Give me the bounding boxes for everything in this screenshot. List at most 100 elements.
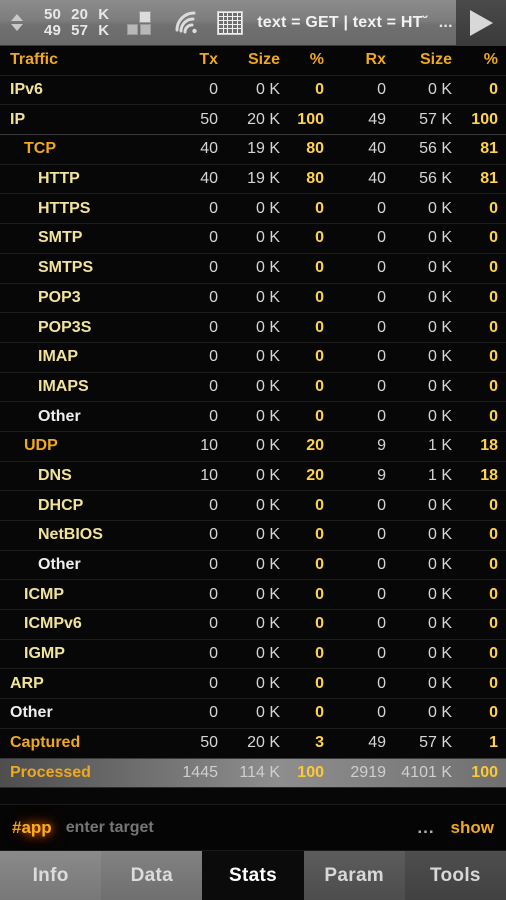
show-button[interactable]: show [451, 818, 494, 838]
start-capture-button[interactable] [456, 0, 506, 46]
target-input[interactable] [65, 818, 418, 837]
packet-count-down: 49 [44, 21, 62, 39]
row-tx-percent: 0 [315, 81, 324, 99]
row-rx-count: 9 [377, 437, 386, 455]
matrix-icon[interactable] [217, 10, 244, 35]
table-row[interactable]: NetBIOS 0 0 K 0 0 0 K 0 [0, 521, 506, 551]
row-rx-percent: 0 [489, 526, 498, 544]
row-tx-size: 0 K [255, 348, 280, 366]
command-prompt: #app [12, 818, 52, 838]
tab-label: Tools [430, 864, 481, 886]
tab-info[interactable]: Info [0, 851, 102, 900]
table-row[interactable]: IGMP 0 0 K 0 0 0 K 0 [0, 640, 506, 670]
row-rx-count: 0 [377, 704, 386, 722]
row-tx-size: 0 K [255, 318, 280, 336]
table-row[interactable]: Other 0 0 K 0 0 0 K 0 [0, 699, 506, 729]
table-row[interactable]: TCP 40 19 K 80 40 56 K 81 [0, 135, 506, 165]
row-label: IP [10, 110, 26, 128]
table-row[interactable]: SMTPS 0 0 K 0 0 0 K 0 [0, 254, 506, 284]
traffic-direction-arrows[interactable] [4, 14, 30, 31]
row-rx-count: 49 [368, 110, 386, 128]
table-row[interactable]: UDP 10 0 K 20 9 1 K 18 [0, 432, 506, 462]
row-rx-count: 0 [377, 526, 386, 544]
toolbar-icons [127, 10, 244, 36]
row-label: Other [38, 407, 81, 425]
row-tx-percent: 0 [315, 199, 324, 217]
table-row[interactable]: Other 0 0 K 0 0 0 K 0 [0, 551, 506, 581]
row-tx-size: 0 K [255, 377, 280, 395]
row-rx-percent: 0 [489, 318, 498, 336]
table-row[interactable]: SMTP 0 0 K 0 0 0 K 0 [0, 224, 506, 254]
table-row[interactable]: IP 50 20 K 100 49 57 K 100 [0, 105, 506, 136]
table-row[interactable]: Captured 50 20 K 3 49 57 K 1 [0, 729, 506, 759]
row-label: DHCP [38, 496, 84, 514]
wifi-icon[interactable] [173, 11, 201, 35]
column-header-rx-pct: % [483, 51, 498, 69]
table-row[interactable]: DHCP 0 0 K 0 0 0 K 0 [0, 491, 506, 521]
row-rx-percent: 0 [489, 199, 498, 217]
table-row[interactable]: HTTP 40 19 K 80 40 56 K 81 [0, 165, 506, 195]
row-rx-percent: 100 [471, 110, 498, 128]
filter-expression[interactable]: text = GET | text = HT˘ ... [257, 14, 456, 32]
table-row[interactable]: ICMPv6 0 0 K 0 0 0 K 0 [0, 610, 506, 640]
row-rx-size: 0 K [427, 585, 452, 603]
row-tx-size: 0 K [255, 259, 280, 277]
byte-size-down: 57 [71, 21, 89, 39]
row-tx-count: 0 [209, 585, 218, 603]
row-tx-size: 114 K [239, 763, 280, 781]
byte-unit-column: K K [98, 6, 109, 39]
table-row[interactable]: Other 0 0 K 0 0 0 K 0 [0, 402, 506, 432]
table-row[interactable]: IMAPS 0 0 K 0 0 0 K 0 [0, 373, 506, 403]
tab-data[interactable]: Data [101, 851, 203, 900]
row-rx-size: 56 K [419, 140, 452, 158]
row-rx-percent: 18 [480, 437, 498, 455]
packet-count-column: 50 49 [44, 6, 62, 39]
row-tx-percent: 80 [306, 170, 324, 188]
table-row[interactable]: POP3S 0 0 K 0 0 0 K 0 [0, 313, 506, 343]
command-more-button[interactable]: ... [417, 818, 434, 838]
table-row[interactable]: ARP 0 0 K 0 0 0 K 0 [0, 669, 506, 700]
row-tx-percent: 0 [315, 585, 324, 603]
row-tx-percent: 0 [315, 556, 324, 574]
column-header-rx: Rx [365, 51, 386, 69]
prompt-app-label: app [21, 817, 52, 837]
table-row[interactable]: IPv6 0 0 K 0 0 0 K 0 [0, 76, 506, 106]
column-header-tx-size: Size [247, 51, 280, 69]
byte-size-up: 20 [71, 5, 89, 23]
row-rx-percent: 18 [480, 466, 498, 484]
table-row[interactable]: ICMP 0 0 K 0 0 0 K 0 [0, 580, 506, 611]
row-rx-size: 1 K [427, 437, 452, 455]
table-row[interactable]: DNS 10 0 K 20 9 1 K 18 [0, 462, 506, 492]
row-tx-count: 0 [209, 556, 218, 574]
row-rx-size: 0 K [427, 556, 452, 574]
row-tx-size: 0 K [255, 288, 280, 306]
row-label: IMAP [38, 348, 78, 366]
blocks-icon[interactable] [127, 10, 157, 36]
tab-param[interactable]: Param [303, 851, 405, 900]
row-rx-percent: 1 [489, 734, 498, 752]
packet-analyzer-app: 50 49 20 57 K K text = GET | text = HT˘ … [0, 0, 506, 900]
row-tx-count: 50 [200, 734, 218, 752]
row-rx-percent: 100 [471, 763, 498, 781]
row-rx-percent: 0 [489, 585, 498, 603]
row-rx-count: 0 [377, 348, 386, 366]
row-tx-count: 1445 [182, 763, 218, 781]
row-rx-count: 40 [368, 140, 386, 158]
filter-overflow-ellipsis[interactable]: ... [439, 14, 453, 31]
row-tx-count: 0 [209, 81, 218, 99]
row-tx-count: 0 [209, 259, 218, 277]
table-row[interactable]: POP3 0 0 K 0 0 0 K 0 [0, 284, 506, 314]
arrow-up-icon [11, 14, 23, 21]
tab-stats[interactable]: Stats [202, 851, 304, 900]
table-row[interactable]: IMAP 0 0 K 0 0 0 K 0 [0, 343, 506, 373]
row-tx-percent: 20 [306, 437, 324, 455]
tab-tools[interactable]: Tools [404, 851, 506, 900]
row-tx-count: 50 [200, 110, 218, 128]
row-rx-size: 0 K [427, 318, 452, 336]
row-label: POP3 [38, 288, 81, 306]
row-rx-count: 0 [377, 229, 386, 247]
table-row[interactable]: Processed 1445 114 K 100 2919 4101 K 100 [0, 758, 506, 789]
row-tx-percent: 0 [315, 704, 324, 722]
table-row[interactable]: HTTPS 0 0 K 0 0 0 K 0 [0, 194, 506, 225]
tab-label: Data [130, 864, 173, 886]
